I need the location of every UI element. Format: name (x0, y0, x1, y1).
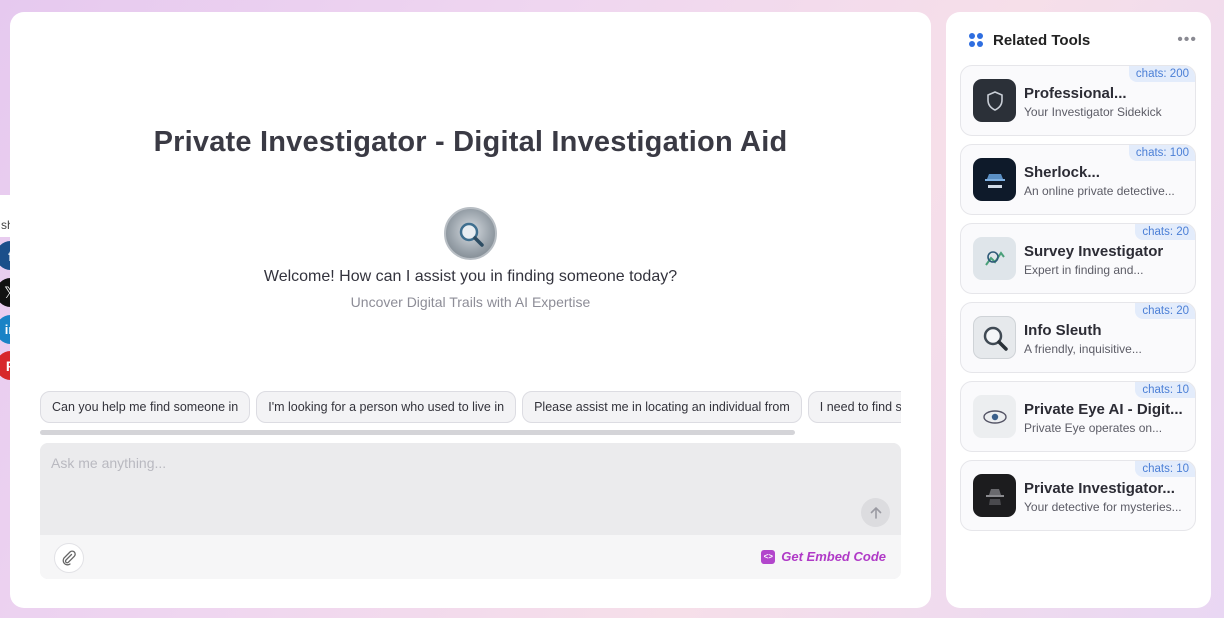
suggestion-chip[interactable]: Can you help me find someone in (40, 391, 251, 423)
send-button[interactable] (861, 498, 890, 527)
tool-logo (973, 237, 1016, 280)
ellipsis-icon[interactable]: ••• (1177, 31, 1197, 49)
related-tool-card[interactable]: Professional... Your Investigator Sideki… (960, 65, 1196, 136)
related-tools-header: Related Tools ••• (969, 30, 1197, 50)
suggestions-scrollbar[interactable] (40, 430, 795, 435)
tool-logo (973, 474, 1016, 517)
page-title: Private Investigator - Digital Investiga… (153, 126, 788, 158)
tool-name: Professional... (1024, 85, 1127, 102)
welcome-message: Welcome! How can I assist you in finding… (263, 268, 678, 285)
chat-input-box: <> Get Embed Code (40, 443, 901, 579)
tool-logo (973, 79, 1016, 122)
tool-description: Your detective for mysteries... (1024, 500, 1182, 514)
suggestion-list: Can you help me find someone in I'm looki… (40, 391, 901, 423)
magnifier-icon (459, 222, 484, 247)
embed-code-link[interactable]: <> Get Embed Code (761, 549, 886, 564)
tool-name: Private Eye AI - Digit... (1024, 401, 1183, 418)
suggestion-chip[interactable]: I'm looking for a person who used to liv… (256, 391, 517, 423)
chats-badge: chats: 10 (1135, 461, 1195, 477)
suggestion-chip[interactable]: Please assist me in locating an individu… (522, 391, 802, 423)
tool-logo (973, 316, 1016, 359)
chats-badge: chats: 200 (1128, 66, 1195, 82)
tool-name: Info Sleuth (1024, 322, 1102, 339)
tool-description: Private Eye operates on... (1024, 421, 1163, 435)
tool-logo (973, 395, 1016, 438)
embed-code-label: Get Embed Code (781, 549, 886, 564)
chats-badge: chats: 100 (1128, 145, 1195, 161)
chats-badge: chats: 20 (1135, 224, 1195, 240)
related-tools-title: Related Tools (993, 31, 1091, 49)
survey-icon (984, 250, 1005, 266)
tool-description: Your Investigator Sidekick (1024, 105, 1162, 119)
related-tool-card[interactable]: Sherlock... An online private detective.… (960, 144, 1196, 215)
tool-name: Sherlock... (1024, 164, 1100, 181)
eye-icon (982, 409, 1007, 424)
chat-panel: Private Investigator - Digital Investiga… (10, 12, 931, 608)
tool-description: A friendly, inquisitive... (1024, 342, 1142, 356)
related-tool-card[interactable]: Survey Investigator Expert in finding an… (960, 223, 1196, 294)
suggestion-chip[interactable]: I need to find someone (807, 391, 901, 423)
tool-logo (973, 158, 1016, 201)
related-tool-card[interactable]: Private Investigator... Your detective f… (960, 460, 1196, 531)
arrow-up-icon (870, 506, 881, 519)
tool-name: Survey Investigator (1024, 243, 1164, 260)
tool-description: Expert in finding and... (1024, 263, 1144, 277)
grid-dots-icon (969, 32, 984, 48)
bot-avatar (444, 207, 497, 260)
message-input[interactable] (40, 443, 901, 535)
attach-button[interactable] (54, 543, 84, 573)
shield-icon (986, 90, 1003, 111)
tool-description: An online private detective... (1024, 184, 1175, 198)
code-icon: <> (761, 549, 776, 564)
tagline: Uncover Digital Trails with AI Expertise (350, 294, 591, 310)
related-tool-card[interactable]: Info Sleuth A friendly, inquisitive... c… (960, 302, 1196, 373)
related-tool-card[interactable]: Private Eye AI - Digit... Private Eye op… (960, 381, 1196, 452)
chats-badge: chats: 20 (1135, 303, 1195, 319)
paperclip-icon (62, 550, 76, 566)
tool-name: Private Investigator... (1024, 480, 1175, 497)
related-tools-panel: Related Tools ••• Professional... Your I… (946, 12, 1211, 608)
magnifier-icon (983, 326, 1008, 351)
detective-icon (984, 173, 1005, 188)
chats-badge: chats: 10 (1135, 382, 1195, 398)
hat-icon (985, 488, 1004, 505)
input-footer: <> Get Embed Code (40, 535, 901, 579)
